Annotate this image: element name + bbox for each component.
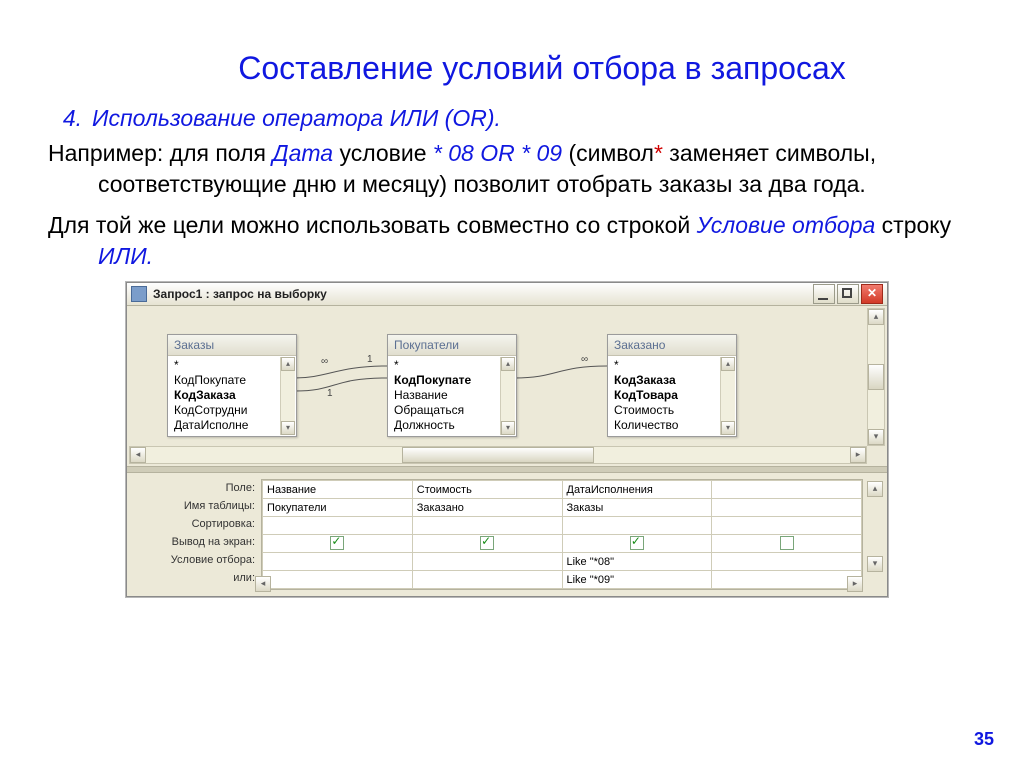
table-field[interactable]: КодСотрудни [168, 403, 296, 418]
grid-cell[interactable]: Покупатели [263, 499, 413, 517]
list-item: 4. Использование оператора ИЛИ (OR). [48, 105, 976, 132]
grid-cell[interactable]: Заказано [412, 499, 562, 517]
grid-cell[interactable]: Заказы [562, 499, 712, 517]
close-button[interactable]: ✕ [861, 284, 883, 304]
table-header: Покупатели [388, 335, 516, 356]
slide-title: Составление условий отбора в запросах [108, 50, 976, 87]
show-checkbox[interactable] [630, 536, 644, 550]
grid-cell[interactable]: Название [263, 481, 413, 499]
join-label-one: 1 [327, 388, 333, 399]
grid-cell[interactable] [562, 535, 712, 553]
paragraph-2: Для той же цели можно использовать совме… [48, 210, 976, 272]
grid-cell[interactable] [712, 517, 862, 535]
table-box[interactable]: Покупатели *КодПокупатеНазваниеОбращаться… [387, 334, 517, 437]
grid-cell[interactable] [263, 517, 413, 535]
grid-horizontal-scrollbar[interactable]: ◂ ▸ [255, 576, 863, 592]
grid-cell[interactable] [412, 535, 562, 553]
table-scrollbar[interactable]: ▴▾ [280, 357, 295, 435]
scroll-up-icon[interactable]: ▴ [868, 309, 884, 325]
join-label-inf: ∞ [581, 354, 588, 365]
scroll-right-icon[interactable]: ▸ [847, 576, 863, 592]
table-field[interactable]: КодЗаказа [608, 373, 736, 388]
grid-cell[interactable]: ДатаИсполнения [562, 481, 712, 499]
window-title: Запрос1 : запрос на выборку [153, 287, 327, 301]
table-field[interactable]: КодЗаказа [168, 388, 296, 403]
table-scrollbar[interactable]: ▴▾ [720, 357, 735, 435]
grid-row-label: или: [135, 569, 255, 587]
table-field[interactable]: ДатаИсполне [168, 418, 296, 433]
minimize-button[interactable] [813, 284, 835, 304]
grid-row-label: Имя таблицы: [135, 497, 255, 515]
table-field[interactable]: Название [388, 388, 516, 403]
join-label-inf: ∞ [321, 356, 328, 367]
grid-cell[interactable] [712, 481, 862, 499]
grid-row-label: Вывод на экран: [135, 533, 255, 551]
pane-splitter[interactable] [127, 466, 887, 473]
table-header: Заказы [168, 335, 296, 356]
scroll-up-icon[interactable]: ▴ [867, 481, 883, 497]
grid-vertical-scrollbar[interactable]: ▴ ▾ [867, 481, 883, 572]
window-icon [131, 286, 147, 302]
scroll-left-icon[interactable]: ◂ [255, 576, 271, 592]
show-checkbox[interactable] [480, 536, 494, 550]
table-field[interactable]: Обращаться [388, 403, 516, 418]
join-label-one: 1 [367, 354, 373, 365]
horizontal-scrollbar[interactable]: ◂ ▸ [129, 446, 867, 464]
scroll-down-icon[interactable]: ▾ [868, 429, 884, 445]
grid-cell[interactable] [712, 535, 862, 553]
table-box[interactable]: Заказы *КодПокупатеКодЗаказаКодСотрудниДа… [167, 334, 297, 437]
table-field[interactable]: КодТовара [608, 388, 736, 403]
paragraph-1: Например: для поля Дата условие * 08 OR … [48, 138, 976, 200]
grid-cell[interactable] [263, 553, 413, 571]
tables-pane: ∞ 1 1 ∞ Заказы*КодПокупатеКодЗаказаКодСо… [127, 306, 887, 466]
show-checkbox[interactable] [780, 536, 794, 550]
table-field[interactable]: Количество [608, 418, 736, 433]
table-field[interactable]: КодПокупате [388, 373, 516, 388]
table-field[interactable]: Должность [388, 418, 516, 433]
scroll-down-icon[interactable]: ▾ [867, 556, 883, 572]
table-field[interactable]: КодПокупате [168, 373, 296, 388]
window-titlebar[interactable]: Запрос1 : запрос на выборку ✕ [127, 283, 887, 306]
table-header: Заказано [608, 335, 736, 356]
query-grid[interactable]: НазваниеСтоимостьДатаИсполнения Покупател… [261, 479, 863, 590]
show-checkbox[interactable] [330, 536, 344, 550]
grid-row-labels: Поле:Имя таблицы:Сортировка:Вывод на экр… [135, 479, 261, 590]
grid-row-label: Условие отбора: [135, 551, 255, 569]
query-grid-pane: Поле:Имя таблицы:Сортировка:Вывод на экр… [127, 473, 887, 596]
grid-cell[interactable] [412, 553, 562, 571]
query-window: Запрос1 : запрос на выборку ✕ ∞ 1 1 ∞ За… [126, 282, 888, 597]
maximize-button[interactable] [837, 284, 859, 304]
grid-cell[interactable] [412, 517, 562, 535]
scroll-right-icon[interactable]: ▸ [850, 447, 866, 463]
page-number: 35 [974, 729, 994, 750]
grid-cell[interactable] [712, 553, 862, 571]
table-scrollbar[interactable]: ▴▾ [500, 357, 515, 435]
grid-cell[interactable]: Like "*08" [562, 553, 712, 571]
grid-cell[interactable] [263, 535, 413, 553]
vertical-scrollbar[interactable]: ▴ ▾ [867, 308, 885, 446]
grid-cell[interactable] [562, 517, 712, 535]
list-number: 4. [48, 105, 92, 132]
grid-cell[interactable]: Стоимость [412, 481, 562, 499]
grid-row-label: Сортировка: [135, 515, 255, 533]
list-text: Использование оператора ИЛИ (OR). [92, 105, 501, 132]
grid-row-label: Поле: [135, 479, 255, 497]
table-field[interactable]: Стоимость [608, 403, 736, 418]
table-field[interactable]: * [168, 358, 296, 373]
scroll-left-icon[interactable]: ◂ [130, 447, 146, 463]
table-field[interactable]: * [608, 358, 736, 373]
table-field[interactable]: * [388, 358, 516, 373]
table-box[interactable]: Заказано *КодЗаказаКодТовараСтоимостьКоли… [607, 334, 737, 437]
grid-cell[interactable] [712, 499, 862, 517]
